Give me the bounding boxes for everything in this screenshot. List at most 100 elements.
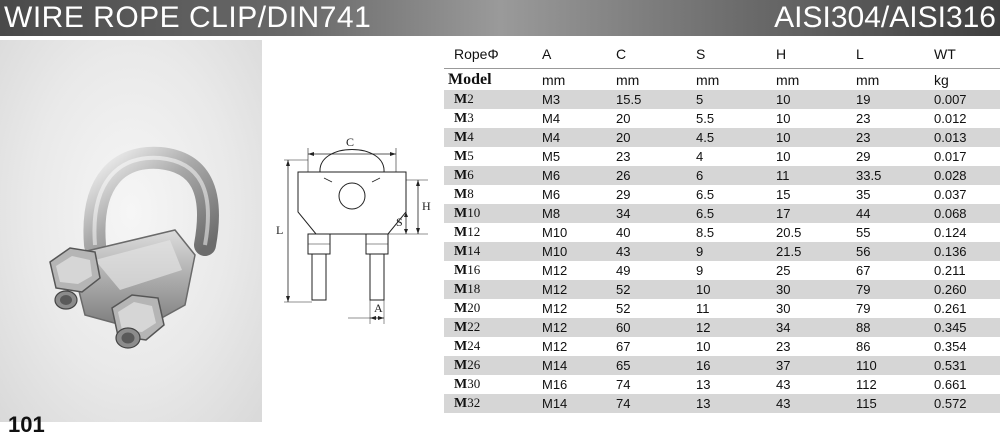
- unit-c: mm: [606, 68, 686, 90]
- cell-a: M14: [532, 356, 606, 375]
- cell-s: 16: [686, 356, 766, 375]
- label-s: S: [396, 215, 403, 229]
- cell-a: M12: [532, 261, 606, 280]
- header-s: S: [686, 40, 766, 69]
- cell-a: M16: [532, 375, 606, 394]
- product-photo: 101: [0, 40, 262, 437]
- table-row: M8 M6 29 6.5 15 35 0.037: [444, 185, 1000, 204]
- cell-a: M6: [532, 185, 606, 204]
- dimension-drawing: C L H S A: [276, 135, 431, 324]
- cell-h: 15: [766, 185, 846, 204]
- cell-s: 10: [686, 337, 766, 356]
- cell-l: 112: [846, 375, 924, 394]
- model-prefix: M: [454, 168, 468, 183]
- cell-c: 52: [606, 280, 686, 299]
- model-size: 14: [467, 243, 481, 258]
- table-row: M14 M10 43 9 21.5 56 0.136: [444, 242, 1000, 261]
- cell-s: 6.5: [686, 204, 766, 223]
- model-prefix: M: [454, 358, 468, 373]
- table-row: M16 M12 49 9 25 67 0.211: [444, 261, 1000, 280]
- cell-a: M10: [532, 223, 606, 242]
- cell-l: 19: [846, 90, 924, 109]
- header-h: H: [766, 40, 846, 69]
- cell-model: M16: [444, 261, 532, 280]
- cell-s: 4.5: [686, 128, 766, 147]
- cell-h: 30: [766, 280, 846, 299]
- cell-wt: 0.261: [924, 299, 1000, 318]
- table-row: M5 M5 23 4 10 29 0.017: [444, 147, 1000, 166]
- unit-s: mm: [686, 68, 766, 90]
- cell-a: M3: [532, 90, 606, 109]
- unit-wt: kg: [924, 68, 1000, 90]
- model-prefix: M: [454, 282, 468, 297]
- cell-model: M5: [444, 147, 532, 166]
- table-row: M3 M4 20 5.5 10 23 0.012: [444, 109, 1000, 128]
- cell-model: M10: [444, 204, 532, 223]
- cell-model: M3: [444, 109, 532, 128]
- cell-c: 74: [606, 394, 686, 413]
- cell-wt: 0.028: [924, 166, 1000, 185]
- model-prefix: M: [454, 92, 468, 107]
- cell-l: 110: [846, 356, 924, 375]
- cell-wt: 0.012: [924, 109, 1000, 128]
- cell-c: 34: [606, 204, 686, 223]
- cell-h: 25: [766, 261, 846, 280]
- cell-h: 34: [766, 318, 846, 337]
- model-prefix: M: [454, 225, 468, 240]
- cell-a: M12: [532, 280, 606, 299]
- cell-l: 23: [846, 109, 924, 128]
- model-size: 8: [467, 186, 474, 201]
- cell-wt: 0.211: [924, 261, 1000, 280]
- cell-s: 6: [686, 166, 766, 185]
- cell-model: M30: [444, 375, 532, 394]
- cell-c: 43: [606, 242, 686, 261]
- model-prefix: M: [454, 377, 468, 392]
- cell-l: 79: [846, 280, 924, 299]
- cell-h: 23: [766, 337, 846, 356]
- cell-h: 10: [766, 109, 846, 128]
- model-size: 2: [467, 91, 474, 106]
- table-row: M30 M16 74 13 43 112 0.661: [444, 375, 1000, 394]
- cell-a: M8: [532, 204, 606, 223]
- cell-model: M14: [444, 242, 532, 261]
- cell-a: M10: [532, 242, 606, 261]
- header-l: L: [846, 40, 924, 69]
- cell-wt: 0.136: [924, 242, 1000, 261]
- cell-c: 20: [606, 109, 686, 128]
- model-number: 101: [8, 412, 45, 437]
- cell-model: M12: [444, 223, 532, 242]
- cell-s: 4: [686, 147, 766, 166]
- table-header-row: RopeΦ A C S H L WT: [444, 40, 1000, 69]
- model-prefix: M: [454, 149, 468, 164]
- table-row: M6 M6 26 6 11 33.5 0.028: [444, 166, 1000, 185]
- table-row: M18 M12 52 10 30 79 0.260: [444, 280, 1000, 299]
- model-prefix: M: [454, 206, 468, 221]
- cell-wt: 0.354: [924, 337, 1000, 356]
- model-size: 30: [467, 376, 481, 391]
- cell-model: M4: [444, 128, 532, 147]
- model-size: 4: [467, 129, 474, 144]
- cell-c: 29: [606, 185, 686, 204]
- header-a: A: [532, 40, 606, 69]
- cell-l: 33.5: [846, 166, 924, 185]
- cell-c: 60: [606, 318, 686, 337]
- unit-model: Model: [444, 68, 532, 90]
- cell-s: 5.5: [686, 109, 766, 128]
- cell-wt: 0.037: [924, 185, 1000, 204]
- cell-model: M22: [444, 318, 532, 337]
- unit-a: mm: [532, 68, 606, 90]
- table-row: M22 M12 60 12 34 88 0.345: [444, 318, 1000, 337]
- cell-wt: 0.572: [924, 394, 1000, 413]
- table-row: M12 M10 40 8.5 20.5 55 0.124: [444, 223, 1000, 242]
- cell-s: 10: [686, 280, 766, 299]
- model-size: 26: [467, 357, 481, 372]
- model-size: 22: [467, 319, 481, 334]
- cell-l: 67: [846, 261, 924, 280]
- cell-wt: 0.068: [924, 204, 1000, 223]
- model-size: 3: [467, 110, 474, 125]
- cell-s: 13: [686, 375, 766, 394]
- cell-model: M32: [444, 394, 532, 413]
- cell-l: 29: [846, 147, 924, 166]
- table-row: M24 M12 67 10 23 86 0.354: [444, 337, 1000, 356]
- cell-s: 9: [686, 261, 766, 280]
